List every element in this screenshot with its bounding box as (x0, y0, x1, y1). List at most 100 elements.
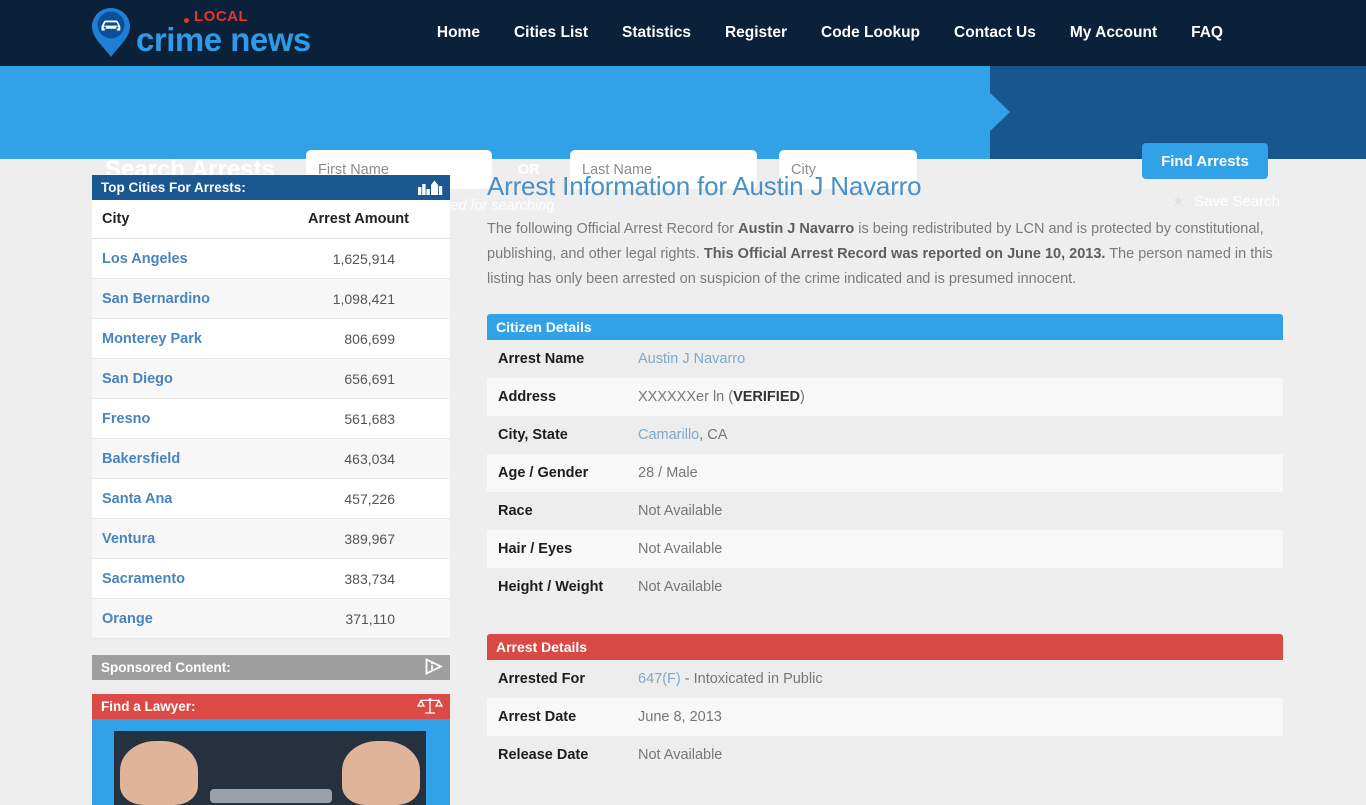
city-cell: Ventura (92, 518, 256, 559)
detail-label: Arrest Date (487, 698, 627, 736)
detail-label: Age / Gender (487, 454, 627, 492)
top-navigation-bar: LOCAL crime news Home Cities List Statis… (0, 0, 1366, 66)
city-link[interactable]: Orange (102, 611, 153, 627)
detail-label: Release Date (487, 736, 627, 774)
table-row: Address XXXXXXer ln (VERIFIED) (487, 378, 1283, 416)
table-row: Los Angeles 1,625,914 (92, 238, 450, 279)
table-row: Arrest Name Austin J Navarro (487, 340, 1283, 378)
top-cities-header-row: City Arrest Amount (92, 200, 450, 239)
table-row: Orange 371,110 (92, 598, 450, 639)
arrest-amount-cell: 371,110 (255, 598, 450, 639)
search-panel-chevron-body (900, 66, 964, 159)
detail-label: City, State (487, 416, 627, 454)
find-a-lawyer-header: Find a Lawyer: (92, 694, 450, 719)
arrest-amount-cell: 457,226 (255, 478, 450, 519)
city-link[interactable]: Monterey Park (102, 331, 202, 347)
nav-item-home[interactable]: Home (420, 0, 497, 66)
nav-item-contact-us[interactable]: Contact Us (937, 0, 1053, 66)
verified-badge: VERIFIED (733, 389, 800, 405)
table-row: Height / Weight Not Available (487, 568, 1283, 606)
city-link[interactable]: Bakersfield (102, 451, 180, 467)
city-link[interactable]: Los Angeles (102, 251, 188, 267)
city-cell: Orange (92, 598, 256, 639)
detail-value-link[interactable]: Austin J Navarro (638, 351, 745, 367)
top-cities-panel-header: Top Cities For Arrests: (92, 175, 450, 200)
sidebar: Top Cities For Arrests: City Arrest Amou… (92, 175, 450, 805)
city-link[interactable]: San Bernardino (102, 291, 210, 307)
search-arrests-bar: Search Arrests OR Only one field is requ… (0, 66, 1366, 214)
site-logo[interactable]: LOCAL crime news (90, 6, 326, 58)
brand-wordmark: LOCAL crime news (136, 8, 326, 58)
arrest-amount-cell: 656,691 (255, 358, 450, 399)
city-link[interactable]: San Diego (102, 371, 173, 387)
detail-value: 28 / Male (627, 454, 1283, 492)
intro-part-1: The following Official Arrest Record for (487, 221, 739, 237)
city-cell: Sacramento (92, 558, 256, 599)
detail-label: Arrested For (487, 660, 627, 698)
city-cell: San Diego (92, 358, 256, 399)
table-row: Sacramento 383,734 (92, 558, 450, 599)
find-a-lawyer-ad-image[interactable] (92, 719, 450, 805)
nav-item-register[interactable]: Register (708, 0, 804, 66)
nav-item-cities-list[interactable]: Cities List (497, 0, 605, 66)
detail-value: Austin J Navarro (627, 340, 1283, 378)
city-cell: Fresno (92, 398, 256, 439)
sponsored-content-header: Sponsored Content: (92, 655, 450, 680)
nav-item-my-account[interactable]: My Account (1053, 0, 1174, 66)
table-row: Race Not Available (487, 492, 1283, 530)
arrest-amount-cell: 389,967 (255, 518, 450, 559)
sponsored-content-title: Sponsored Content: (101, 660, 231, 675)
map-pin-car-icon (90, 6, 132, 58)
arrest-amount-cell: 1,625,914 (255, 238, 450, 279)
city-cell: Santa Ana (92, 478, 256, 519)
detail-value: 647(F) - Intoxicated in Public (627, 660, 1283, 698)
nav-item-statistics[interactable]: Statistics (605, 0, 708, 66)
cityscape-icon (417, 178, 443, 198)
intro-subject-name: Austin J Navarro (738, 221, 855, 237)
table-row: Arrest Date June 8, 2013 (487, 698, 1283, 736)
col-header-city: City (92, 200, 256, 239)
city-link[interactable]: Sacramento (102, 571, 185, 587)
table-row: Fresno 561,683 (92, 398, 450, 439)
city-cell: San Bernardino (92, 278, 256, 319)
arrest-details-header: Arrest Details (487, 634, 1283, 660)
city-cell: Bakersfield (92, 438, 256, 479)
citizen-details-table: Arrest Name Austin J Navarro Address XXXXXX… (487, 340, 1283, 606)
scales-of-justice-icon (416, 697, 444, 717)
nav-item-faq[interactable]: FAQ (1174, 0, 1240, 66)
handcuffs (210, 789, 332, 803)
search-panel-chevron-icon (962, 66, 1010, 158)
detail-value-link[interactable]: 647(F) (638, 671, 681, 687)
detail-value: Not Available (627, 530, 1283, 568)
detail-value: Camarillo, CA (627, 416, 1283, 454)
arrest-amount-cell: 561,683 (255, 398, 450, 439)
arrest-amount-cell: 463,034 (255, 438, 450, 479)
table-row: Santa Ana 457,226 (92, 478, 450, 519)
detail-value: Not Available (627, 568, 1283, 606)
table-row: Bakersfield 463,034 (92, 438, 450, 479)
brand-name: crime news (136, 21, 311, 58)
detail-value-link[interactable]: Camarillo (638, 427, 699, 443)
detail-value: XXXXXXer ln (VERIFIED) (627, 378, 1283, 416)
city-link[interactable]: Ventura (102, 531, 155, 547)
detail-value: Not Available (627, 492, 1283, 530)
city-link[interactable]: Fresno (102, 411, 150, 427)
arrest-amount-cell: 1,098,421 (255, 278, 450, 319)
arrest-details-table: Arrested For 647(F) - Intoxicated in Publ… (487, 660, 1283, 774)
detail-value: June 8, 2013 (627, 698, 1283, 736)
hand-left (120, 741, 198, 805)
arrest-amount-cell: 806,699 (255, 318, 450, 359)
table-row: Ventura 389,967 (92, 518, 450, 559)
table-row: Age / Gender 28 / Male (487, 454, 1283, 492)
city-link[interactable]: Santa Ana (102, 491, 172, 507)
find-a-lawyer-title: Find a Lawyer: (101, 699, 196, 714)
table-row: Monterey Park 806,699 (92, 318, 450, 359)
city-cell: Los Angeles (92, 238, 256, 279)
nav-item-code-lookup[interactable]: Code Lookup (804, 0, 937, 66)
top-cities-title: Top Cities For Arrests: (101, 180, 246, 195)
detail-label: Height / Weight (487, 568, 627, 606)
table-row: San Diego 656,691 (92, 358, 450, 399)
detail-label: Race (487, 492, 627, 530)
adchoices-icon[interactable] (425, 657, 444, 678)
intro-reported-date: This Official Arrest Record was reported… (703, 246, 1106, 262)
